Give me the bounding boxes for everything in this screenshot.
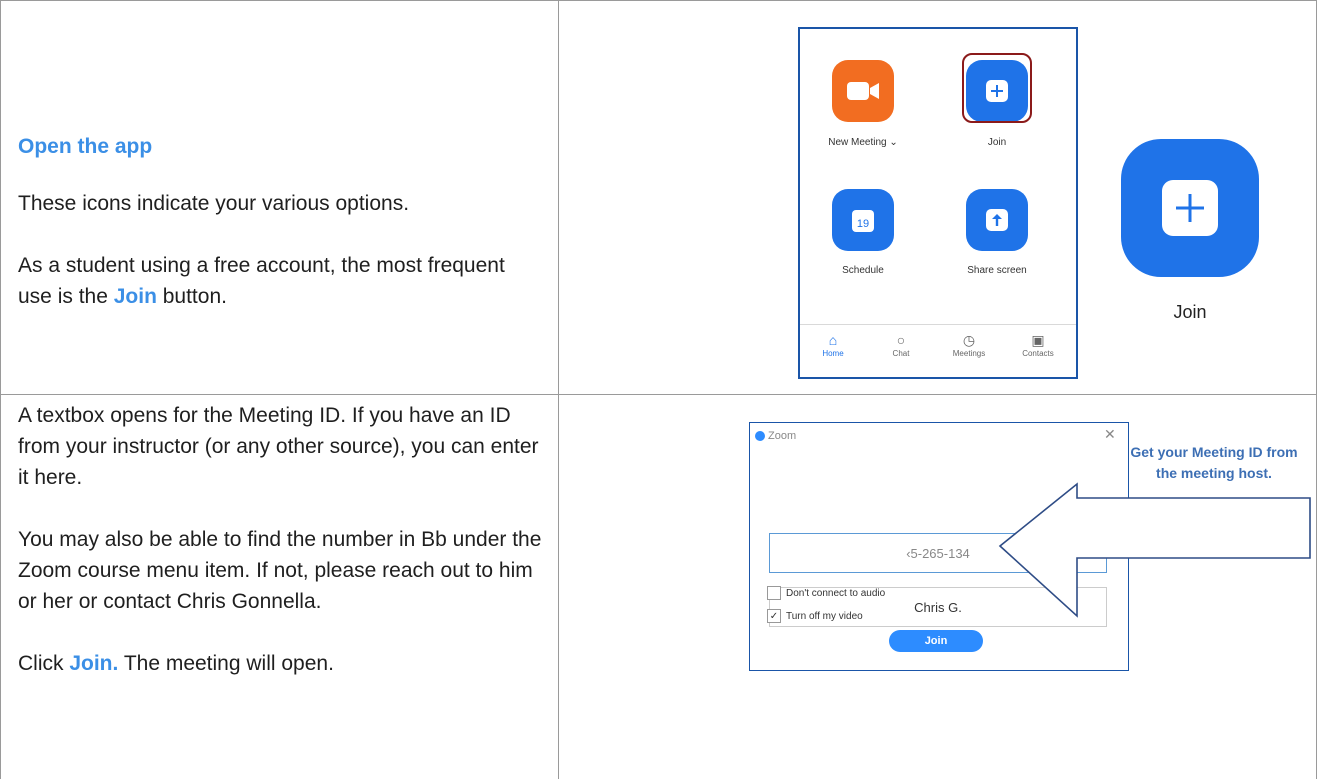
bb-paragraph: You may also be able to find the number … — [18, 528, 542, 613]
row2-text: A textbox opens for the Meeting ID. If y… — [18, 400, 543, 679]
meeting-open-text: The meeting will open. — [118, 652, 334, 675]
new-meeting-button[interactable] — [832, 60, 894, 122]
contact-card-icon: ▣ — [1031, 332, 1045, 348]
table-border-left — [0, 0, 1, 779]
click-text: Click — [18, 652, 70, 675]
tab-contacts[interactable]: ▣ Contacts — [1008, 331, 1068, 358]
join-paragraph-end: button. — [156, 285, 227, 308]
table-border-top — [0, 0, 1317, 1]
video-camera-icon — [847, 82, 879, 100]
svg-text:19: 19 — [857, 218, 869, 230]
callout-text: Get your Meeting ID from the meeting hos… — [1130, 444, 1298, 481]
video-option-label: Turn off my video — [786, 610, 863, 622]
checkbox-checked[interactable]: ✓ — [767, 609, 781, 623]
row1-text: These icons indicate your various option… — [18, 188, 543, 312]
join-paragraph-text: As a student using a free account, the m… — [18, 254, 505, 308]
schedule-label: Schedule — [842, 265, 884, 276]
clock-icon: ◷ — [962, 332, 976, 348]
join-paragraph: As a student using a free account, the m… — [18, 250, 543, 312]
big-join-label: Join — [1173, 302, 1207, 322]
dialog-title: Zoom — [768, 430, 797, 442]
meeting-id-paragraph: A textbox opens for the Meeting ID. If y… — [18, 404, 539, 489]
home-icon: ⌂ — [828, 332, 838, 348]
tab-home[interactable]: ⌂ Home — [803, 331, 863, 358]
join-highlight-box — [962, 53, 1032, 123]
bottom-tab-bar: ⌂ Home ○ Chat ◷ Meetings ▣ Contacts — [800, 324, 1076, 377]
section-heading: Open the app — [18, 135, 153, 158]
table-column-divider — [558, 0, 559, 779]
big-join-button[interactable] — [1121, 139, 1259, 277]
join-emphasis: Join — [113, 285, 157, 308]
close-icon[interactable]: ✕ — [1104, 426, 1116, 443]
join-emphasis-2: Join. — [69, 652, 119, 675]
checkbox-unchecked[interactable] — [767, 586, 781, 600]
calendar-icon: 19 — [852, 210, 874, 232]
dialog-join-button[interactable]: Join — [889, 630, 983, 652]
zoom-logo-icon — [755, 431, 765, 441]
new-meeting-label: New Meeting ⌄ — [828, 137, 898, 148]
callout-arrow-shape — [998, 482, 1311, 618]
dont-connect-audio-checkbox[interactable]: Don't connect to audio — [767, 586, 885, 600]
audio-option-label: Don't connect to audio — [786, 587, 886, 599]
share-screen-label: Share screen — [967, 265, 1027, 276]
zoom-home-screenshot: New Meeting ⌄ Join 19 Schedule Share scr… — [798, 27, 1078, 379]
share-screen-button[interactable] — [966, 189, 1028, 251]
join-label: Join — [987, 137, 1007, 148]
turn-off-video-checkbox[interactable]: ✓ Turn off my video — [767, 609, 863, 623]
click-join-paragraph: Click Join. The meeting will open. — [18, 648, 543, 679]
tab-chat[interactable]: ○ Chat — [871, 331, 931, 358]
schedule-button[interactable]: 19 — [832, 189, 894, 251]
chat-icon: ○ — [896, 332, 906, 348]
upload-arrow-icon — [986, 209, 1008, 231]
options-paragraph: These icons indicate your various option… — [18, 192, 410, 215]
tab-meetings[interactable]: ◷ Meetings — [939, 331, 999, 358]
table-row-divider — [0, 394, 1317, 395]
plus-icon — [1162, 180, 1218, 236]
